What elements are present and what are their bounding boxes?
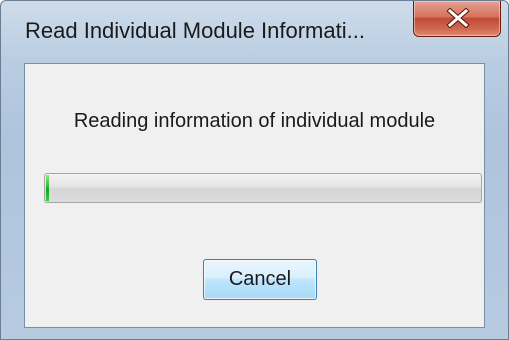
close-button[interactable] [413, 1, 501, 37]
cancel-button[interactable]: Cancel [203, 259, 317, 300]
progress-bar [44, 173, 482, 203]
title-bar[interactable]: Read Individual Module Informati... [1, 1, 508, 63]
close-icon [446, 8, 470, 28]
window-frame-bottom [1, 328, 508, 339]
window-title: Read Individual Module Informati... [25, 18, 365, 43]
progress-fill [46, 175, 49, 201]
status-message: Reading information of individual module [73, 110, 436, 132]
dialog-content: Reading information of individual module… [24, 63, 485, 328]
cancel-button-label: Cancel [228, 268, 292, 290]
dialog-window: Read Individual Module Informati... Read… [0, 0, 509, 340]
